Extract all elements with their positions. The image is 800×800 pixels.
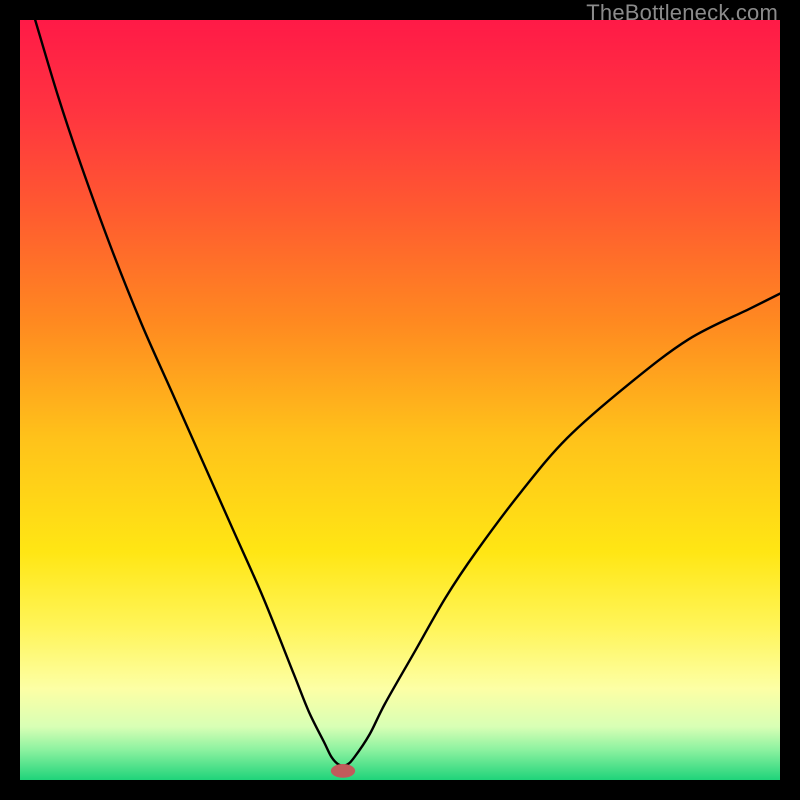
minimum-marker — [331, 764, 355, 778]
bottleneck-chart — [20, 20, 780, 780]
watermark-text: TheBottleneck.com — [586, 0, 778, 26]
chart-frame — [20, 20, 780, 780]
gradient-background — [20, 20, 780, 780]
